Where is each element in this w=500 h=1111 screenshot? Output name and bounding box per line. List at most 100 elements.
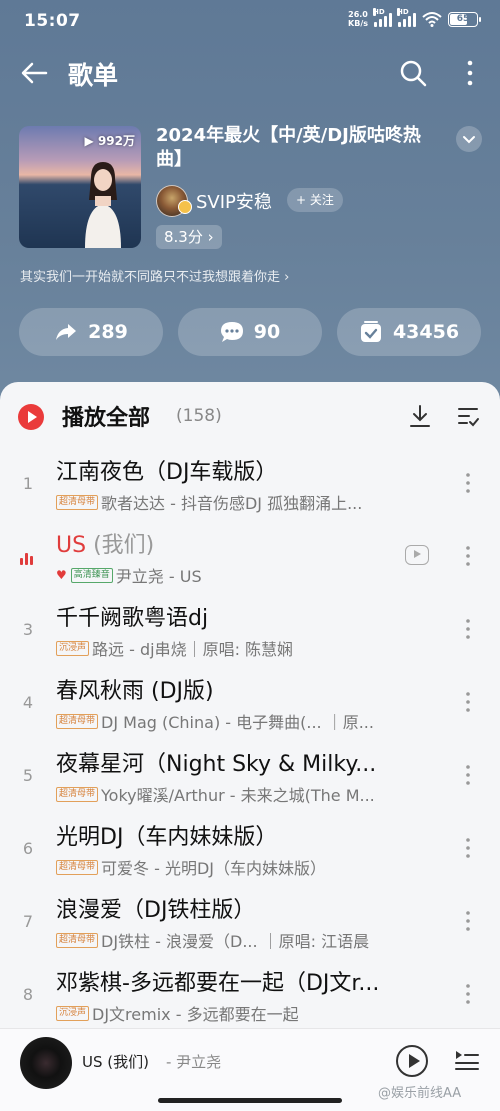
chevron-down-icon [463, 136, 475, 144]
wifi-icon [422, 12, 442, 27]
follow-button[interactable]: + 关注 [287, 188, 343, 212]
playlist-description[interactable]: 其实我们一开始就不同路只不过我想跟着你走 › [20, 266, 289, 285]
share-icon [56, 324, 77, 340]
play-all-label[interactable]: 播放全部 [62, 400, 150, 432]
mini-player-title: US (我们) [82, 1053, 149, 1071]
song-title: 千千阙歌粤语dj [56, 606, 209, 631]
artist-album-text: DJ文remix - 多远都要在一起 [92, 1005, 299, 1024]
song-title: 春风秋雨 (DJ版) [56, 679, 214, 704]
play-count: ▶ 992万 [84, 134, 135, 148]
page-title: 歌单 [68, 61, 119, 90]
song-row[interactable]: 3 千千阙歌粤语dj 沉浸声 路远 - dj串烧｜原唱: 陈慧娴 [0, 594, 500, 667]
song-more-icon[interactable] [462, 837, 474, 859]
quality-badge: 超清母带 [56, 494, 99, 510]
quality-badge: 沉浸声 [56, 1005, 90, 1021]
playlist-cover[interactable]: ▶ 992万 [19, 126, 141, 248]
chevron-right-icon: › [280, 270, 290, 285]
artist-album-text: Yoky曜溪/Arthur - 未来之城(The M... [101, 786, 375, 805]
song-title: US (我们) [56, 533, 155, 558]
song-index: 6 [22, 839, 34, 858]
battery-icon: 65 [448, 11, 481, 27]
artist-album-text: 可爱冬 - 光明DJ（车内妹妹版） [101, 859, 327, 878]
song-more-icon[interactable] [462, 472, 474, 494]
collect-check-icon [360, 321, 381, 342]
song-row[interactable]: 4 春风秋雨 (DJ版) 超清母带 DJ Mag (China) - 电子舞曲(...… [0, 667, 500, 740]
song-index: 8 [22, 985, 34, 1004]
song-title: 浪漫爱（DJ铁柱版） [56, 898, 256, 923]
rating-chip[interactable]: 8.3分 › [156, 225, 222, 249]
signal-icon: HD [373, 8, 392, 27]
song-subtitle: 超清母带 可爱冬 - 光明DJ（车内妹妹版） [56, 855, 446, 879]
playlist-title: 2024年最火【中/英/DJ版咕咚热曲】 [156, 125, 421, 170]
song-index: 5 [22, 766, 34, 785]
vip-badge-icon [178, 200, 192, 214]
quality-badge: 沉浸声 [56, 640, 90, 656]
song-row[interactable]: 5 夜幕星河（Night Sky & Milky... 超清母带 Yoky曜溪/Art… [0, 740, 500, 813]
liked-heart-icon: ♥ [56, 568, 67, 582]
creator-name[interactable]: SVIP安稳 [196, 188, 272, 214]
song-more-icon[interactable] [462, 618, 474, 640]
song-index: 1 [22, 474, 34, 493]
comment-button[interactable]: 90 [178, 308, 322, 356]
song-count: (158) [176, 406, 222, 426]
chevron-right-icon: › [202, 228, 214, 246]
play-all-icon[interactable] [18, 404, 44, 430]
artist-album-text: 歌者达达 - 抖音伤感DJ 孤独翻涌上... [101, 494, 363, 513]
song-subtitle: 超清母带 DJ铁柱 - 浪漫爱（D... ｜原唱: 江语晨 [56, 928, 446, 952]
quality-badge: 高清臻音 [70, 567, 113, 583]
multi-select-icon[interactable] [456, 403, 480, 429]
song-row[interactable]: 1 江南夜色（DJ车载版） 超清母带 歌者达达 - 抖音伤感DJ 孤独翻涌上... [0, 448, 500, 521]
song-index: 7 [22, 912, 34, 931]
back-arrow-icon[interactable] [18, 58, 50, 88]
song-row[interactable]: US (我们) ♥ 高清臻音 尹立尧 - US [0, 521, 500, 594]
song-subtitle: 超清母带 歌者达达 - 抖音伤感DJ 孤独翻涌上... [56, 490, 446, 514]
song-row[interactable]: 6 光明DJ（车内妹妹版） 超清母带 可爱冬 - 光明DJ（车内妹妹版） [0, 813, 500, 886]
quality-badge: 超清母带 [56, 713, 99, 729]
more-vertical-icon[interactable] [458, 58, 482, 88]
watermark: @娱乐前线AA [378, 1086, 462, 1101]
song-index: 4 [22, 693, 34, 712]
artist-album-text: DJ铁柱 - 浪漫爱（D... ｜原唱: 江语晨 [101, 932, 370, 951]
status-time: 15:07 [24, 11, 81, 31]
quality-badge: 超清母带 [56, 859, 99, 875]
song-subtitle: ♥ 高清臻音 尹立尧 - US [56, 563, 446, 587]
download-icon[interactable] [408, 403, 432, 429]
video-icon[interactable] [405, 545, 429, 565]
song-subtitle: 沉浸声 路远 - dj串烧｜原唱: 陈慧娴 [56, 636, 446, 660]
signal-icon-2: HD [397, 8, 416, 27]
play-icon[interactable] [396, 1045, 428, 1077]
album-disc[interactable] [20, 1037, 72, 1089]
search-icon[interactable] [398, 58, 428, 88]
song-subtitle: 超清母带 DJ Mag (China) - 电子舞曲(... ｜原... [56, 709, 446, 733]
song-index: 3 [22, 620, 34, 639]
home-indicator[interactable] [158, 1098, 342, 1103]
share-button[interactable]: 289 [19, 308, 163, 356]
quality-badge: 超清母带 [56, 932, 99, 948]
song-title: 光明DJ（车内妹妹版） [56, 825, 278, 850]
expand-button[interactable] [456, 126, 482, 152]
song-title: 江南夜色（DJ车载版） [56, 460, 278, 485]
song-more-icon[interactable] [462, 983, 474, 1005]
song-title: 邓紫棋-多远都要在一起（DJ文r... [56, 971, 380, 996]
song-row[interactable]: 8 邓紫棋-多远都要在一起（DJ文r... 沉浸声 DJ文remix - 多远都要在一… [0, 959, 500, 1032]
song-subtitle: 超清母带 Yoky曜溪/Arthur - 未来之城(The M... [56, 782, 446, 806]
collect-button[interactable]: 43456 [337, 308, 481, 356]
song-more-icon[interactable] [462, 691, 474, 713]
now-playing-icon [20, 551, 36, 565]
song-row[interactable]: 7 浪漫爱（DJ铁柱版） 超清母带 DJ铁柱 - 浪漫爱（D... ｜原唱: 江语晨 [0, 886, 500, 959]
song-subtitle: 沉浸声 DJ文remix - 多远都要在一起 [56, 1001, 446, 1025]
mini-player-artist: - 尹立尧 [166, 1053, 222, 1071]
artist-album-text: 路远 - dj串烧｜原唱: 陈慧娴 [92, 640, 294, 659]
cover-person-image [85, 162, 121, 248]
plus-icon: + [296, 193, 310, 207]
playlist-queue-icon[interactable] [454, 1047, 480, 1073]
top-bar: 歌单 [0, 50, 500, 96]
comment-icon [220, 322, 243, 342]
artist-album-text: DJ Mag (China) - 电子舞曲(... ｜原... [101, 713, 374, 732]
song-more-icon[interactable] [462, 910, 474, 932]
song-more-icon[interactable] [462, 545, 474, 567]
song-title-alt: (我们) [86, 533, 155, 558]
song-more-icon[interactable] [462, 764, 474, 786]
quality-badge: 超清母带 [56, 786, 99, 802]
song-title: 夜幕星河（Night Sky & Milky... [56, 752, 377, 777]
